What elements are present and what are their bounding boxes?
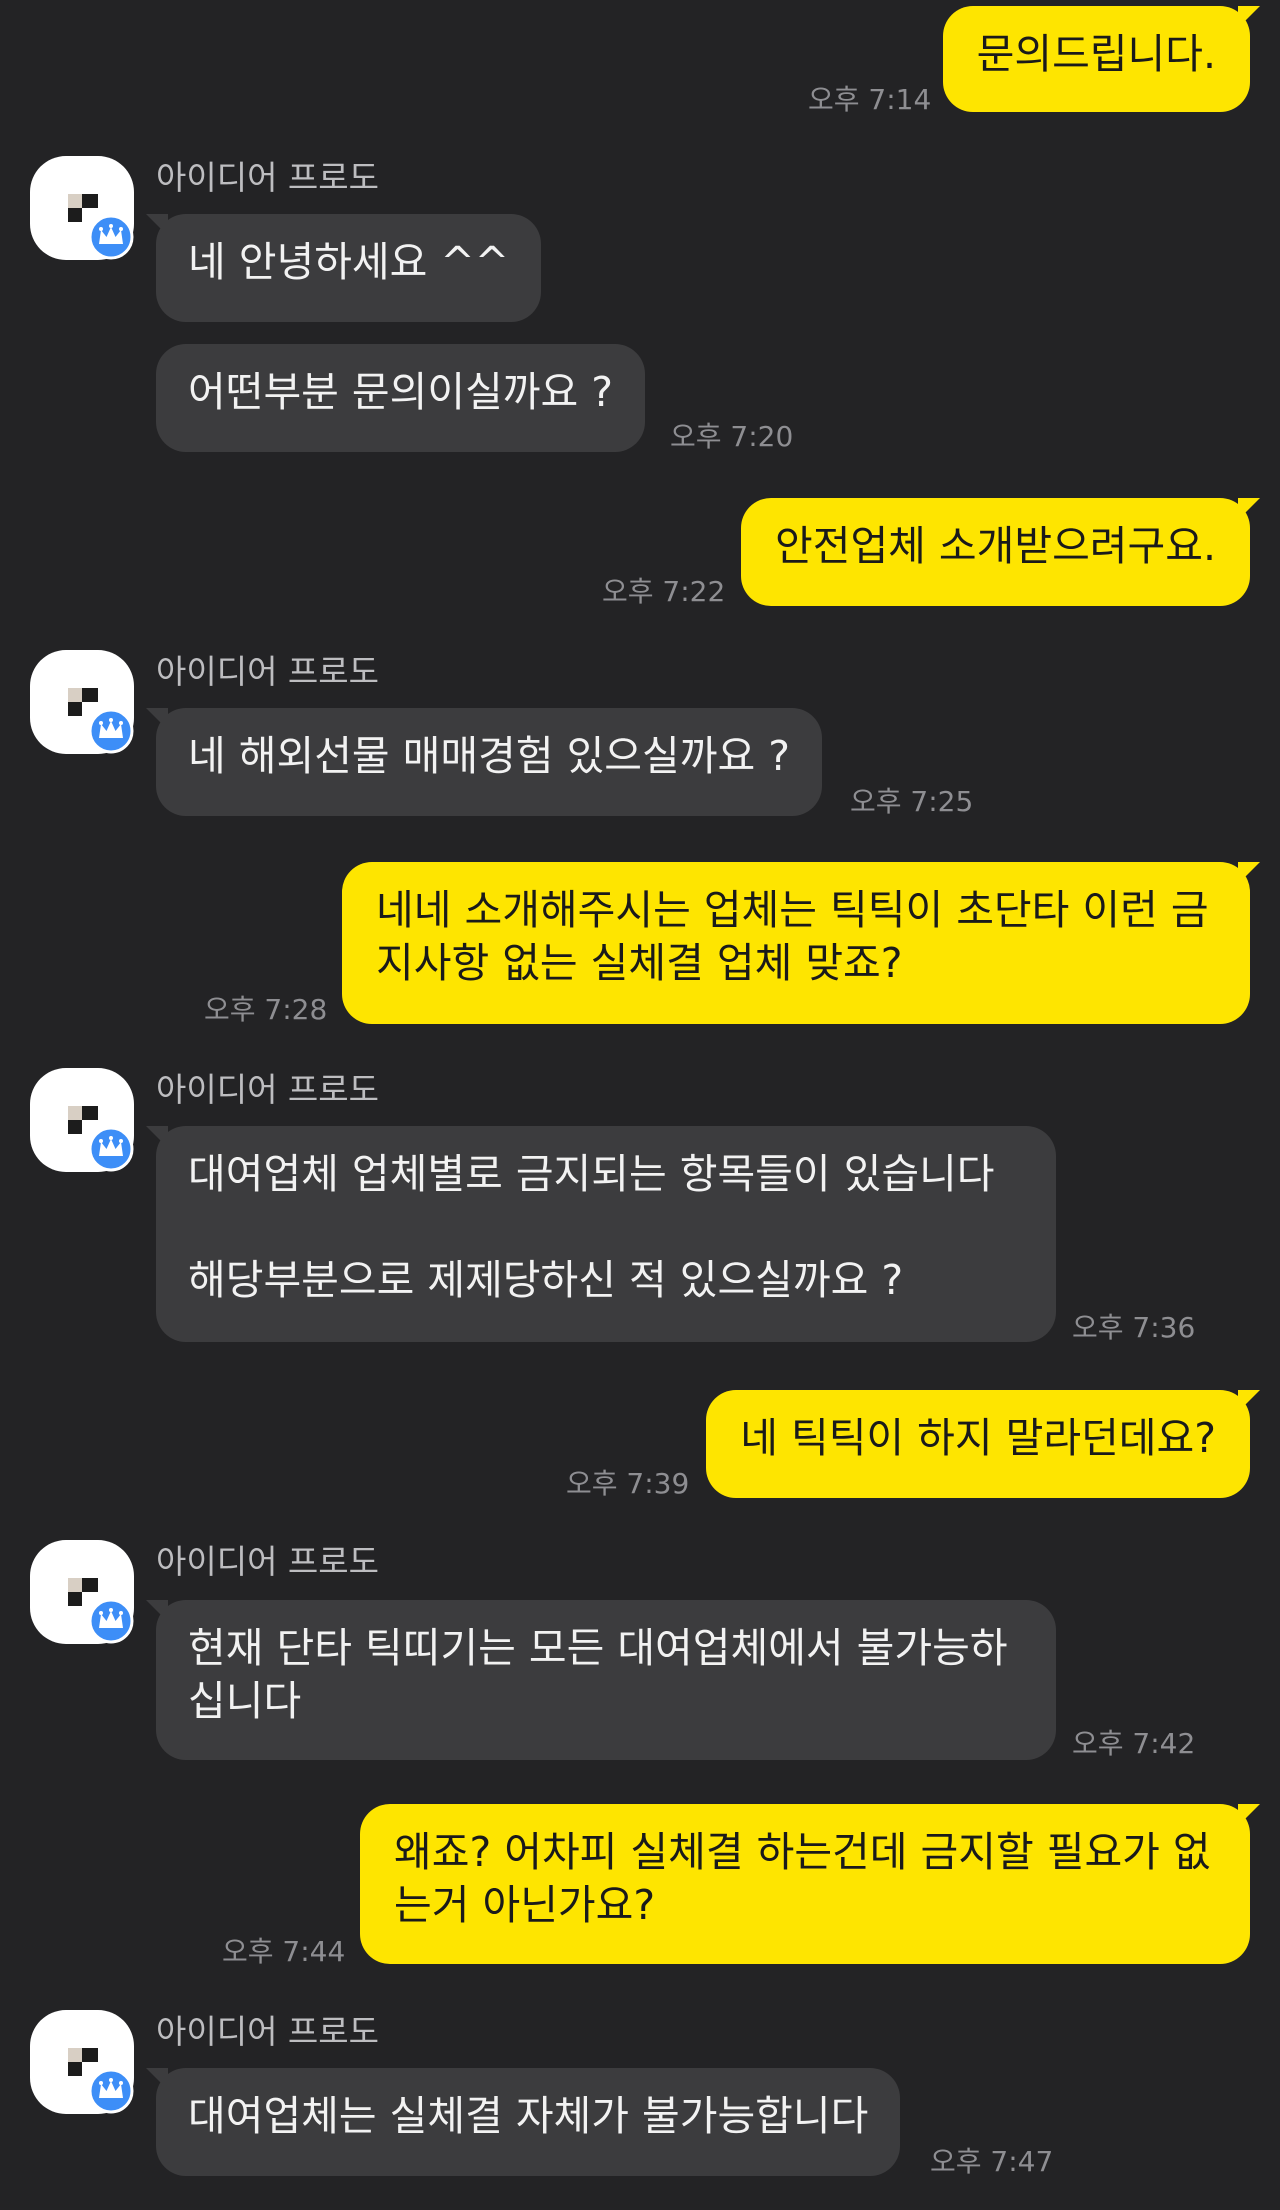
message-bubble-incoming[interactable]: 대여업체는 실체결 자체가 불가능합니다 [145, 2068, 901, 2176]
message-time: 오후 7:36 [1072, 1311, 1196, 1344]
message-time: 오후 7:20 [670, 420, 794, 453]
message-text: 네 틱틱이 하지 말라던데요? [740, 1414, 1216, 1462]
message-bubble-incoming[interactable]: 대여업체 업체별로 금지되는 항목들이 있습니다 해당부분으로 제제당하신 적 … [146, 1126, 1056, 1342]
message-text-line: 왜죠? 어차피 실체결 하는건데 금지할 필요가 없 [394, 1828, 1211, 1876]
message-time: 오후 7:42 [1072, 1727, 1196, 1760]
message-bubble-incoming[interactable]: 어떤부분 문의이실까요 ? [156, 344, 646, 452]
message-text-line: 해당부분으로 제제당하신 적 있으실까요 ? [188, 1256, 904, 1304]
message-bubble-outgoing[interactable]: 왜죠? 어차피 실체결 하는건데 금지할 필요가 없 는거 아닌가요? [360, 1804, 1260, 1964]
partner-avatar[interactable] [30, 650, 134, 754]
message-bubble-outgoing[interactable]: 문의드립니다. [942, 6, 1261, 112]
message-time: 오후 7:25 [850, 785, 974, 818]
partner-name: 아이디어 프로도 [156, 1070, 380, 1109]
message-bubble-incoming[interactable]: 네 해외선물 매매경험 있으실까요 ? [146, 708, 822, 816]
partner-name: 아이디어 프로도 [156, 2012, 380, 2051]
message-text-line: 네네 소개해주시는 업체는 틱틱이 초단타 이런 금 [376, 886, 1209, 934]
message-text-line: 지사항 없는 실체결 업체 맞죠? [376, 939, 903, 987]
crown-icon [88, 708, 134, 754]
crown-icon [88, 214, 134, 260]
message-text-line: 십니다 [188, 1677, 302, 1725]
message-time: 오후 7:28 [204, 993, 328, 1026]
message-text: 네 안녕하세요 ^^ [188, 238, 510, 286]
message-text: 어떤부분 문의이실까요 ? [188, 368, 614, 416]
message-time: 오후 7:39 [566, 1467, 690, 1500]
partner-name: 아이디어 프로도 [156, 1542, 380, 1581]
partner-avatar[interactable] [30, 1068, 134, 1172]
message-text: 네 해외선물 매매경험 있으실까요 ? [188, 732, 790, 780]
crown-icon [88, 1598, 134, 1644]
message-text-line: 는거 아닌가요? [394, 1881, 656, 1929]
message-text: 문의드립니다. [976, 30, 1216, 78]
message-bubble-outgoing[interactable]: 안전업체 소개받으려구요. [741, 498, 1260, 606]
partner-name: 아이디어 프로도 [156, 652, 380, 691]
partner-avatar[interactable] [30, 156, 134, 260]
message-text-line: 대여업체 업체별로 금지되는 항목들이 있습니다 [188, 1150, 995, 1198]
message-time: 오후 7:22 [602, 575, 726, 608]
message-bubble-outgoing[interactable]: 네 틱틱이 하지 말라던데요? [706, 1390, 1260, 1498]
partner-avatar[interactable] [30, 1540, 134, 1644]
message-time: 오후 7:44 [222, 1935, 346, 1968]
message-text: 안전업체 소개받으려구요. [775, 522, 1216, 570]
partner-avatar[interactable] [30, 2010, 134, 2114]
message-bubble-incoming[interactable]: 현재 단타 틱띠기는 모든 대여업체에서 불가능하 십니다 [146, 1600, 1056, 1760]
message-text: 대여업체는 실체결 자체가 불가능합니다 [188, 2092, 869, 2140]
message-bubble-outgoing[interactable]: 네네 소개해주시는 업체는 틱틱이 초단타 이런 금 지사항 없는 실체결 업체… [342, 862, 1260, 1024]
crown-icon [88, 2068, 134, 2114]
message-bubble-incoming[interactable]: 네 안녕하세요 ^^ [145, 214, 542, 322]
message-text-line: 현재 단타 틱띠기는 모든 대여업체에서 불가능하 [188, 1624, 1008, 1672]
crown-icon [88, 1126, 134, 1172]
message-time: 오후 7:14 [808, 83, 932, 116]
partner-name: 아이디어 프로도 [156, 158, 380, 197]
message-time: 오후 7:47 [930, 2145, 1054, 2178]
